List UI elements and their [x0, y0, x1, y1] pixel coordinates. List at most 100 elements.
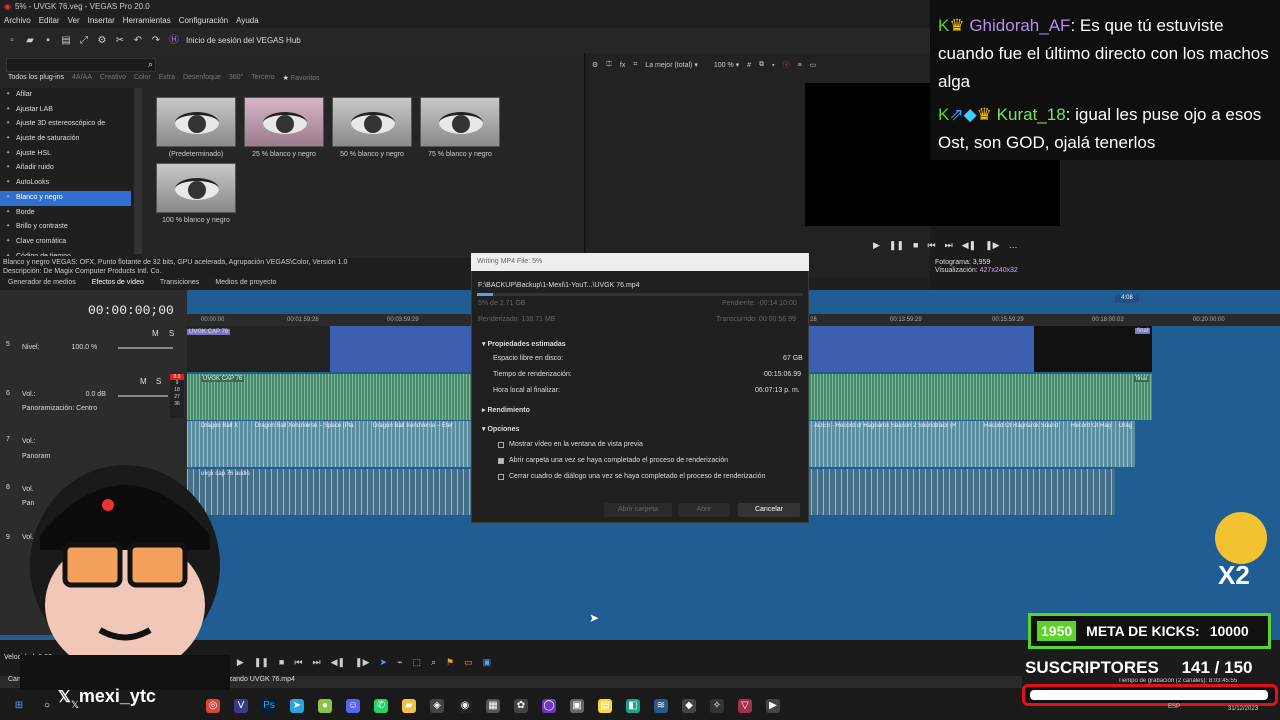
list-item[interactable]: Clave cromática	[0, 235, 142, 250]
preset-thumb-default[interactable]	[156, 97, 236, 147]
gear-icon[interactable]: ⚙	[592, 61, 598, 69]
clip-label[interactable]: Dragon Ball XenoVerse – Eter	[373, 423, 453, 429]
tab-color[interactable]: Color	[134, 74, 151, 86]
list-item[interactable]: Código de tiempo	[0, 250, 142, 256]
app-icon[interactable]: ◯	[542, 699, 556, 713]
save-snapshot-icon[interactable]: ▪	[772, 62, 774, 69]
clip-label[interactable]: Record Of Rag	[1071, 423, 1119, 429]
render-icon[interactable]: ▤	[60, 35, 72, 47]
menu-configuracion[interactable]: Configuración	[175, 14, 232, 28]
menu-ver[interactable]: Ver	[64, 14, 84, 28]
undo-icon[interactable]: ↶	[132, 35, 144, 47]
selection-tool-icon[interactable]: ⬚	[412, 657, 421, 668]
solo-button[interactable]: S	[169, 329, 174, 338]
photoshop-icon[interactable]: Ps	[262, 699, 276, 713]
list-item[interactable]: Afilar	[0, 88, 142, 103]
app-icon[interactable]: ◆	[682, 699, 696, 713]
rewind-icon[interactable]: ◀❚	[962, 240, 976, 251]
app-icon[interactable]: ▦	[486, 699, 500, 713]
marker-icon[interactable]: ⚑	[446, 657, 454, 668]
tab-favoritos[interactable]: ★ Favoritos	[283, 74, 320, 86]
cancel-button[interactable]: Cancelar	[738, 503, 800, 517]
vegas-running-icon[interactable]: ▶	[766, 699, 780, 713]
envelope-tool-icon[interactable]: ⌁	[397, 657, 402, 668]
video-clip[interactable]: final	[1034, 326, 1152, 372]
preset-thumb-100[interactable]	[156, 163, 236, 213]
option-folder-checkbox[interactable]	[498, 458, 504, 464]
app-icon[interactable]: ✧	[710, 699, 724, 713]
save-icon[interactable]: ▪	[42, 35, 54, 47]
app-icon[interactable]: ≋	[654, 699, 668, 713]
snap-icon[interactable]: ▣	[483, 657, 492, 668]
preset-thumb-75[interactable]	[420, 97, 500, 147]
pause-icon[interactable]: ❚❚	[889, 240, 904, 251]
stop-icon[interactable]: ■	[913, 240, 918, 251]
clip-label[interactable]: Dragon Ball XenoVerse – Space (Pla	[255, 423, 353, 429]
notes-icon[interactable]: ▤	[598, 699, 612, 713]
list-item[interactable]: Ajustar LAB	[0, 103, 142, 118]
split-icon[interactable]: ⎅	[606, 61, 612, 69]
chrome-icon[interactable]: ◎	[206, 699, 220, 713]
chat-app-icon[interactable]: ●	[318, 699, 332, 713]
record-icon[interactable]: ⓥ	[783, 60, 790, 70]
tab-360[interactable]: 360°	[229, 74, 243, 86]
plugin-list-scrollbar[interactable]	[134, 88, 142, 254]
section-performance[interactable]: ▸ Rendimiento	[482, 406, 530, 414]
windows-start-icon[interactable]: ⊞	[12, 699, 26, 713]
grid-icon[interactable]: #	[747, 62, 751, 69]
option-close-checkbox[interactable]	[498, 474, 504, 480]
new-file-icon[interactable]: ▫	[6, 35, 18, 47]
zoom-dropdown[interactable]: 100 % ▾	[714, 61, 739, 69]
whatsapp-icon[interactable]: ✆	[374, 699, 388, 713]
loop-region-marker[interactable]: 4:08	[1115, 295, 1139, 303]
list-item[interactable]: Ajuste HSL	[0, 147, 142, 162]
pause-icon[interactable]: ❚❚	[254, 657, 269, 668]
list-item[interactable]: Ajuste 3D estereoscópico de	[0, 117, 142, 132]
tab-desenfoque[interactable]: Desenfoque	[183, 74, 221, 86]
solo-button[interactable]: S	[156, 377, 161, 386]
open-button[interactable]: Abrir	[678, 503, 730, 517]
copy-icon[interactable]: ⧉	[759, 61, 764, 69]
clip-label[interactable]: ADES - Record of Ragnarok Season 2 Sound…	[814, 423, 982, 429]
gear-icon[interactable]: ⚙	[96, 35, 108, 47]
discord-icon[interactable]: ☺	[346, 699, 360, 713]
list-item-selected[interactable]: Blanco y negro	[0, 190, 131, 206]
app-icon[interactable]: ▽	[738, 699, 752, 713]
vegas-icon[interactable]: V	[234, 699, 248, 713]
list-item[interactable]: Borde	[0, 206, 142, 221]
app-icon[interactable]: ◧	[626, 699, 640, 713]
prev-frame-icon[interactable]: ◀❚	[331, 657, 345, 668]
menu-herramientas[interactable]: Herramientas	[119, 14, 175, 28]
region-icon[interactable]: ▭	[464, 657, 473, 668]
section-estimated[interactable]: ▾ Propiedades estimadas	[482, 340, 566, 348]
more-icon[interactable]: …	[1009, 240, 1018, 251]
tab-transitions[interactable]: Transiciones	[152, 278, 207, 290]
tab-media-generator[interactable]: Generador de medios	[0, 278, 84, 290]
prev-frame-icon[interactable]: ⏮	[927, 240, 935, 251]
app-icon[interactable]: ◈	[430, 699, 444, 713]
next-frame-icon[interactable]: ❚▶	[355, 657, 369, 668]
overlay-icon[interactable]: ▭	[810, 61, 817, 69]
level-slider[interactable]	[118, 347, 173, 349]
tab-tercero[interactable]: Tercero	[251, 74, 274, 86]
menu-ayuda[interactable]: Ayuda	[232, 14, 263, 28]
crop-icon[interactable]: ⌗	[633, 61, 637, 69]
volume-slider[interactable]	[118, 395, 168, 397]
tab-video-fx[interactable]: Efectos de vídeo	[84, 278, 152, 290]
tab-creativo[interactable]: Creativo	[100, 74, 126, 86]
preset-thumb-50[interactable]	[332, 97, 412, 147]
forward-icon[interactable]: ❚▶	[985, 240, 999, 251]
plugin-search-input[interactable]: ⌕	[6, 58, 156, 72]
cut-icon[interactable]: ✂	[114, 35, 126, 47]
list-item[interactable]: Ajuste de saturación	[0, 132, 142, 147]
search-icon[interactable]: ○	[40, 699, 54, 713]
redo-icon[interactable]: ↷	[150, 35, 162, 47]
list-item[interactable]: Brillo y contraste	[0, 220, 142, 235]
menu-icon[interactable]: ≡	[798, 62, 802, 69]
tab-extra[interactable]: Extra	[159, 74, 175, 86]
video-clip[interactable]: UVGK CAP 76	[187, 326, 330, 372]
option-preview-checkbox[interactable]	[498, 442, 504, 448]
app-icon[interactable]: ▣	[570, 699, 584, 713]
zoom-tool-icon[interactable]: ⌕	[431, 657, 436, 668]
open-folder-icon[interactable]: ▰	[24, 35, 36, 47]
